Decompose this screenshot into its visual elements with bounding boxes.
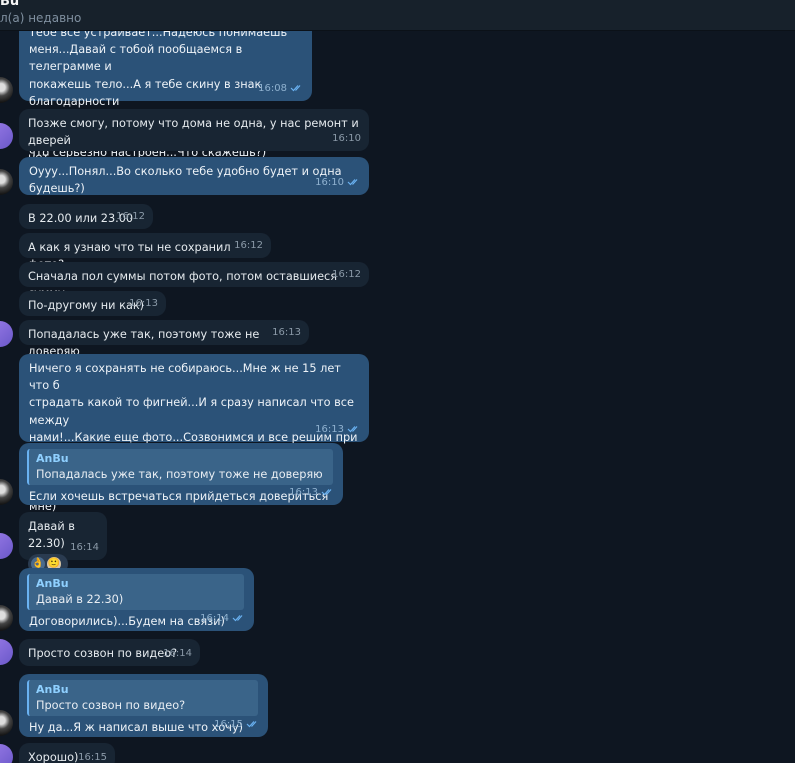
double-check-icon (321, 489, 332, 496)
message-bubble-in[interactable]: Сначала пол суммы потом фото, потом оста… (19, 262, 369, 300)
message-time: 16:12 (234, 239, 263, 251)
message-bubble-in[interactable]: Давай в 22.30) 👌 🙂 16:14 (19, 512, 107, 575)
message-time: 16:10 (315, 176, 344, 188)
message-time: 16:15 (214, 718, 243, 730)
message-bubble-in[interactable]: Попадалась уже так, поэтому тоже не дове… (19, 320, 309, 358)
message-time: 16:14 (200, 612, 229, 624)
message-time: 16:08 (258, 82, 287, 94)
chat-title: Bu (0, 0, 20, 9)
avatar[interactable] (0, 533, 13, 559)
message-bubble-in[interactable]: По-другому ни как) 16:13 (19, 291, 166, 316)
reply-author: AnBu (36, 452, 69, 465)
chat-header[interactable]: Bu л(а) недавно (0, 0, 795, 31)
message-bubble-out[interactable]: AnBu Просто созвон по видео? Ну да...Я ж… (19, 674, 268, 737)
message-bubble-out[interactable]: Оууу...Понял...Во сколько тебе удобно бу… (19, 157, 369, 195)
avatar[interactable] (0, 169, 13, 195)
message-time: 16:10 (332, 132, 361, 144)
double-check-icon (232, 615, 243, 622)
message-time: 16:12 (116, 210, 145, 222)
message-text: Оууу...Понял...Во сколько тебе удобно бу… (29, 165, 342, 196)
message-time: 16:13 (315, 423, 344, 435)
message-bubble-out[interactable]: AnBu Попадалась уже так, поэтому тоже не… (19, 443, 343, 505)
avatar[interactable] (0, 744, 13, 763)
double-check-icon (347, 179, 358, 186)
last-seen-status: л(а) недавно (0, 11, 82, 25)
double-check-icon (347, 426, 358, 433)
message-time: 16:13 (289, 486, 318, 498)
message-list[interactable]: Тебе все устраивает...Надеюсь понимаешь … (0, 31, 795, 763)
message-bubble-out[interactable]: AnBu Давай в 22.30) Договорились)...Буде… (19, 568, 254, 631)
message-text: Если хочешь встречаться прийдеться довер… (29, 490, 329, 503)
avatar[interactable] (0, 77, 13, 103)
reply-text: Просто созвон по видео? (36, 699, 186, 712)
message-time: 16:13 (272, 326, 301, 338)
avatar[interactable] (0, 710, 13, 736)
message-bubble-in[interactable]: Хорошо) 16:15 (19, 743, 115, 763)
message-bubble-in[interactable]: Просто созвон по видео? 16:14 (19, 639, 200, 666)
message-bubble-in[interactable]: В 22.00 или 23.00 16:12 (19, 204, 153, 229)
double-check-icon (290, 85, 301, 92)
message-bubble-in[interactable]: Позже смогу, потому что дома не одна, у … (19, 109, 369, 164)
avatar[interactable] (0, 123, 13, 149)
reply-text: Давай в 22.30) (36, 593, 124, 606)
reply-author: AnBu (36, 577, 69, 590)
double-check-icon (246, 721, 257, 728)
message-bubble-in[interactable]: А как я узнаю что ты не сохранил фото? 1… (19, 233, 271, 271)
message-bubble-out[interactable]: Ничего я сохранять не собираюсь...Мне ж … (19, 354, 369, 513)
avatar[interactable] (0, 479, 13, 505)
message-time: 16:12 (332, 268, 361, 280)
reply-quote[interactable]: AnBu Просто созвон по видео? (27, 680, 258, 716)
message-time: 16:14 (163, 647, 192, 659)
message-time: 16:13 (129, 297, 158, 309)
avatar[interactable] (0, 321, 13, 347)
message-time: 16:14 (70, 541, 99, 553)
message-time: 16:15 (78, 751, 107, 763)
message-bubble-out[interactable]: Тебе все устраивает...Надеюсь понимаешь … (19, 31, 312, 159)
reply-author: AnBu (36, 683, 69, 696)
avatar[interactable] (0, 605, 13, 631)
reply-quote[interactable]: AnBu Давай в 22.30) (27, 574, 244, 610)
reply-quote[interactable]: AnBu Попадалась уже так, поэтому тоже не… (27, 449, 333, 485)
avatar[interactable] (0, 639, 13, 665)
reply-text: Попадалась уже так, поэтому тоже не дове… (36, 468, 323, 481)
